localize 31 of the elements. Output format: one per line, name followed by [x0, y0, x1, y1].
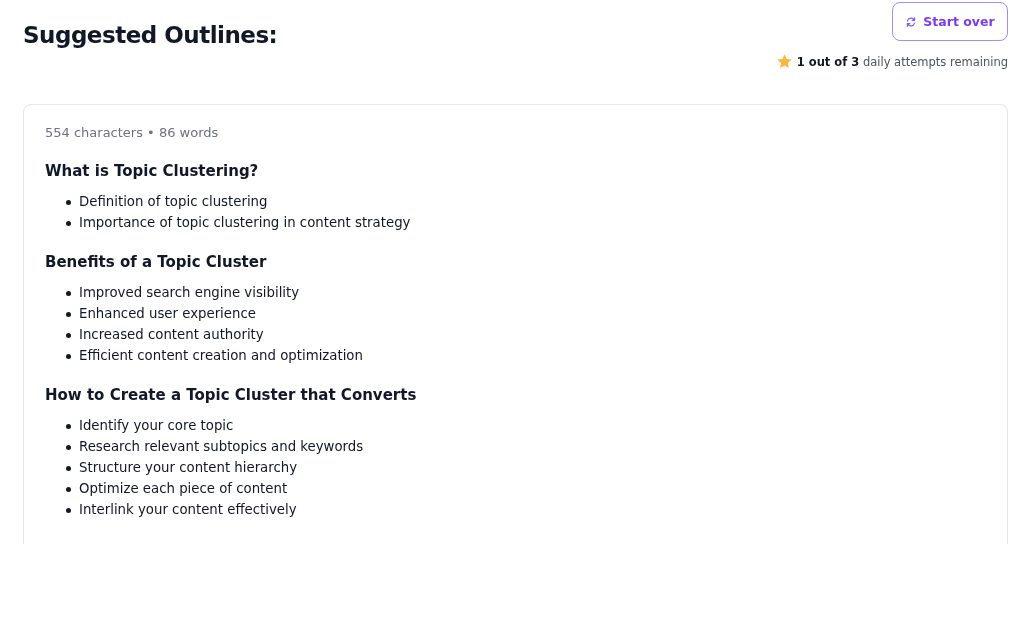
bullet-icon — [66, 290, 71, 296]
bullet-icon — [66, 199, 71, 205]
bullet-icon — [66, 332, 71, 338]
bullet-icon — [66, 423, 71, 429]
character-count: 554 characters • 86 words — [45, 125, 220, 140]
star-icon — [775, 53, 793, 70]
outline-item: Efficient content creation and optimization — [79, 348, 363, 364]
section-heading: How to Create a Topic Cluster that Converts — [45, 386, 418, 404]
bullet-icon — [66, 311, 71, 317]
outline-item: Interlink your content effectively — [79, 502, 297, 518]
outline-item: Importance of topic clustering in content strategy — [79, 215, 411, 231]
outline-item: Enhanced user experience — [79, 306, 256, 322]
section-heading: Benefits of a Topic Cluster — [45, 253, 268, 271]
bullet-icon — [66, 486, 71, 492]
outline-item: Definition of topic clustering — [79, 194, 268, 210]
outline-item: Optimize each piece of content — [79, 481, 288, 497]
outline-item: Research relevant subtopics and keywords — [79, 439, 364, 455]
outline-item: Structure your content hierarchy — [79, 460, 298, 476]
start-over-button[interactable]: Start over — [892, 2, 1008, 41]
outline-item: Identify your core topic — [79, 418, 234, 434]
bullet-icon — [66, 465, 71, 471]
refresh-icon — [905, 15, 918, 28]
page-title: Suggested Outlines: — [23, 22, 278, 48]
section-heading: What is Topic Clustering? — [45, 162, 260, 180]
bullet-icon — [66, 353, 71, 359]
bullet-icon — [66, 444, 71, 450]
attempts-remaining-text: 1 out of 3 daily attempts remaining — [796, 54, 1008, 69]
bullet-icon — [66, 220, 71, 226]
outline-item: Improved search engine visibility — [79, 285, 300, 301]
bullet-icon — [66, 507, 71, 513]
outline-item: Increased content authority — [79, 327, 264, 343]
